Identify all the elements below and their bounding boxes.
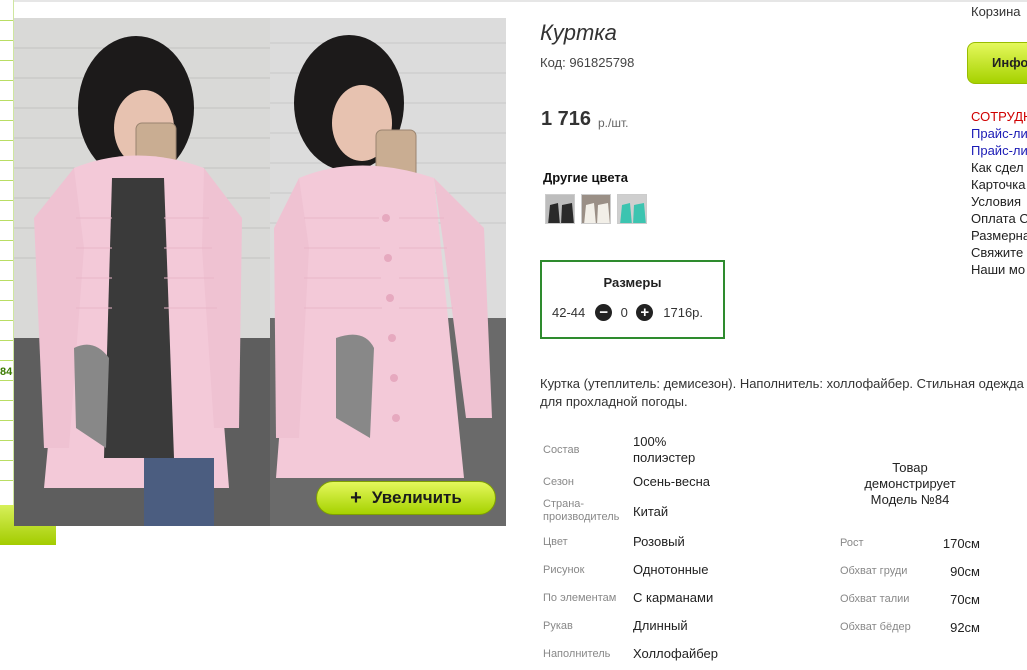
zoom-label: Увеличить bbox=[371, 488, 462, 507]
rail-tick bbox=[0, 420, 13, 421]
rail-tick bbox=[0, 80, 13, 81]
measurement-value: 170см bbox=[942, 536, 980, 551]
rail-tick bbox=[0, 40, 13, 41]
right-link[interactable]: СОТРУДН bbox=[971, 108, 1027, 125]
basket-link[interactable]: Корзина bbox=[971, 4, 1021, 19]
measurement-key: Обхват груди bbox=[840, 565, 908, 577]
model-note: Товар демонстрирует Модель №84 bbox=[864, 460, 956, 507]
color-swatch-mint[interactable] bbox=[617, 194, 647, 224]
measurement-key: Обхват талии bbox=[840, 593, 910, 605]
prop-value: Китай bbox=[633, 504, 669, 519]
right-links: СОТРУДН Прайс-ли Прайс-ли Как сдел Карто… bbox=[971, 108, 1027, 278]
rail-tick bbox=[0, 160, 13, 161]
rail-tick bbox=[0, 140, 13, 141]
rail-tick bbox=[0, 280, 13, 281]
price-unit: р./шт. bbox=[598, 116, 629, 130]
prop-value: Осень-весна bbox=[633, 474, 711, 489]
prop-key: Страна-производитель bbox=[543, 498, 620, 523]
right-link[interactable]: Прайс-ли bbox=[971, 125, 1027, 142]
rail-number: 84 bbox=[0, 366, 13, 378]
product-price: 1 716 bbox=[541, 108, 592, 130]
right-link[interactable]: Прайс-ли bbox=[971, 142, 1027, 159]
rail-tick bbox=[0, 220, 13, 221]
product-description: Куртка (утеплитель: демисезон). Наполнит… bbox=[540, 376, 1024, 409]
rail-tick bbox=[0, 480, 13, 481]
color-swatch-white[interactable] bbox=[581, 194, 611, 224]
prop-value: Длинный bbox=[633, 618, 688, 633]
rail-tick bbox=[0, 60, 13, 61]
prop-key: По элементам bbox=[543, 592, 617, 604]
info-button[interactable]: Инфо bbox=[967, 42, 1027, 84]
right-link[interactable]: Свяжите bbox=[971, 244, 1027, 261]
rail-tick bbox=[0, 320, 13, 321]
rail-tick bbox=[0, 440, 13, 441]
rail-tick bbox=[0, 240, 13, 241]
prop-key: Сезон bbox=[543, 476, 574, 488]
right-link[interactable]: Как сдел bbox=[971, 159, 1027, 176]
color-swatch-black[interactable] bbox=[545, 194, 575, 224]
rail-tick bbox=[0, 380, 13, 381]
sizes-title: Размеры bbox=[603, 275, 662, 290]
prop-value: С карманами bbox=[633, 590, 714, 605]
prop-key: Состав bbox=[543, 444, 580, 456]
other-colors-label: Другие цвета bbox=[543, 170, 628, 185]
measurement-value: 70см bbox=[950, 592, 980, 607]
measurement-key: Рост bbox=[840, 537, 864, 549]
product-code: Код: 961825798 bbox=[540, 55, 635, 70]
rail-tick bbox=[0, 300, 13, 301]
plus-icon[interactable]: + bbox=[636, 304, 654, 321]
top-divider bbox=[14, 0, 1027, 2]
prop-value: Розовый bbox=[633, 534, 685, 549]
right-link[interactable]: Карточка bbox=[971, 176, 1027, 193]
measurement-value: 90см bbox=[950, 564, 980, 579]
size-price: 1716р. bbox=[663, 305, 704, 320]
sizes-box: Размеры 42-44 − 0 + 1716р. bbox=[540, 260, 725, 339]
right-link[interactable]: Оплата С bbox=[971, 210, 1027, 227]
size-label: 42-44 bbox=[552, 305, 586, 320]
right-link[interactable]: Размерна bbox=[971, 227, 1027, 244]
product-title: Куртка bbox=[540, 20, 617, 45]
rail-tick bbox=[0, 400, 13, 401]
prop-key: Цвет bbox=[543, 536, 568, 548]
product-photo[interactable] bbox=[14, 18, 506, 526]
rail-tick bbox=[0, 340, 13, 341]
prop-value: 100% полиэстер bbox=[633, 434, 696, 465]
prop-key: Рукав bbox=[543, 620, 573, 632]
prop-value: Холлофайбер bbox=[633, 646, 718, 661]
zoom-button[interactable]: + Увеличить bbox=[316, 481, 496, 515]
quantity-value[interactable]: 0 bbox=[612, 305, 636, 320]
rail-tick bbox=[0, 460, 13, 461]
rail-tick bbox=[0, 100, 13, 101]
measurement-key: Обхват бёдер bbox=[840, 621, 911, 633]
size-row: 42-44 − 0 + 1716р. bbox=[552, 304, 703, 321]
prop-value: Однотонные bbox=[633, 562, 709, 577]
rail-tick bbox=[0, 20, 13, 21]
rail-tick bbox=[0, 360, 13, 361]
rail-tick bbox=[0, 200, 13, 201]
rail-tick bbox=[0, 180, 13, 181]
prop-key: Рисунок bbox=[543, 564, 585, 576]
right-link[interactable]: Наши мо bbox=[971, 261, 1027, 278]
left-rail: 84 bbox=[0, 0, 14, 540]
rail-tick bbox=[0, 260, 13, 261]
measurement-value: 92см bbox=[950, 620, 980, 635]
product-photo-image bbox=[14, 18, 506, 526]
plus-icon: + bbox=[350, 486, 362, 509]
minus-icon[interactable]: − bbox=[595, 304, 613, 321]
right-link[interactable]: Условия bbox=[971, 193, 1027, 210]
color-swatches bbox=[545, 194, 647, 224]
prop-key: Наполнитель bbox=[543, 648, 611, 660]
rail-tick bbox=[0, 120, 13, 121]
